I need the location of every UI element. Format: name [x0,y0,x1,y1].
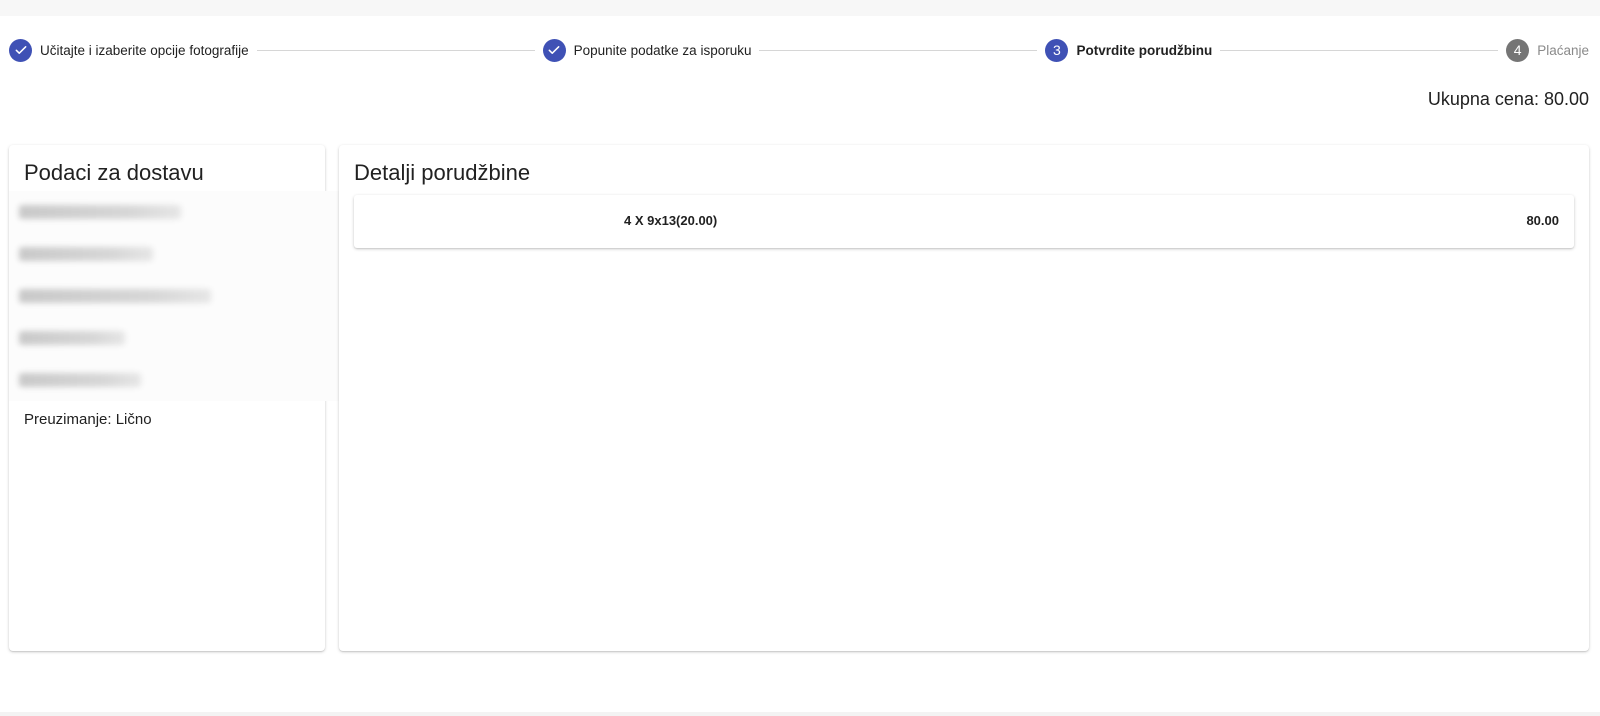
step-number: 3 [1045,38,1069,62]
delivery-details-card: Podaci za dostavu Preuzimanje: Lično [9,145,339,651]
check-icon [9,38,32,62]
step-label: Plaćanje [1537,42,1589,58]
top-strip [0,0,1600,16]
delivery-title: Podaci za dostavu [24,160,204,185]
step-connector [1220,49,1499,51]
step-upload-photos[interactable]: Učitajte i izaberite opcije fotografije [9,38,249,62]
redacted-delivery-info [9,191,339,401]
step-payment[interactable]: 4 Plaćanje [1506,38,1589,62]
order-item-description: 4 X 9x13(20.00) [624,213,718,228]
step-connector [256,49,535,51]
step-connector [759,49,1038,51]
step-label: Učitajte i izaberite opcije fotografije [40,42,249,58]
order-details-card: Detalji porudžbine 4 X 9x13(20.00) 80.00 [339,145,1589,651]
order-title: Detalji porudžbine [354,160,531,185]
step-number: 4 [1506,38,1530,62]
step-label: Potvrdite porudžbinu [1076,42,1213,58]
checkout-stepper: Učitajte i izaberite opcije fotografije … [9,38,1589,62]
bottom-strip [0,712,1600,716]
order-item-row: 4 X 9x13(20.00) 80.00 [354,195,1574,248]
step-delivery-info[interactable]: Popunite podatke za isporuku [542,38,752,62]
step-label: Popunite podatke za isporuku [573,42,752,58]
check-icon [542,38,566,62]
order-item-price: 80.00 [1526,213,1559,228]
total-price: Ukupna cena: 80.00 [1427,89,1589,109]
pickup-method: Preuzimanje: Lično [24,411,152,428]
step-confirm-order[interactable]: 3 Potvrdite porudžbinu [1045,38,1213,62]
